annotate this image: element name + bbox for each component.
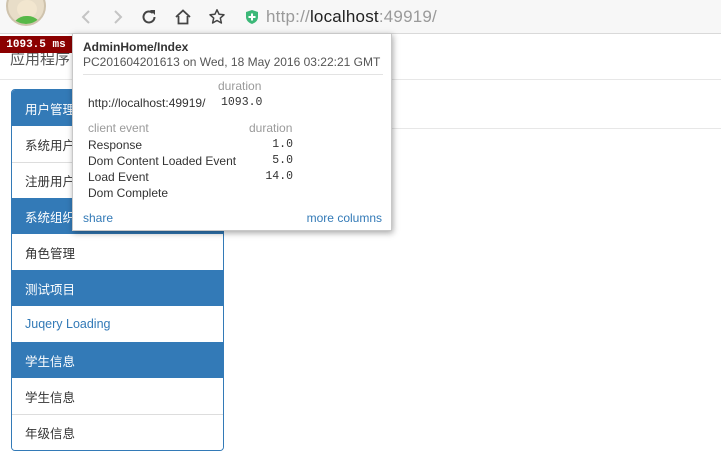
profiler-popup: AdminHome/Index PC201604201613 on Wed, 1… <box>72 33 392 231</box>
url-prefix: http:// <box>266 7 310 26</box>
user-avatar[interactable] <box>6 0 46 26</box>
bookmark-button[interactable] <box>206 6 228 28</box>
event-duration: 1.0 <box>272 138 293 151</box>
client-event-header: client event <box>88 121 149 135</box>
address-url[interactable]: http://localhost:49919/ <box>266 7 437 27</box>
back-button[interactable] <box>76 6 98 28</box>
menu-item-grade-info[interactable]: 年级信息 <box>12 414 223 450</box>
share-link[interactable]: share <box>83 211 113 225</box>
reload-icon <box>142 10 156 24</box>
forward-arrow-icon <box>114 10 123 24</box>
page-root: http://localhost:49919/ 应用程序 用户管理 系统用户 注… <box>0 0 721 474</box>
url-suffix: :49919/ <box>378 7 437 26</box>
profiler-machine: PC201604201613 on Wed, 18 May 2016 03:22… <box>83 55 381 69</box>
menu-item-jquery-loading[interactable]: Juqery Loading <box>12 306 223 342</box>
shield-icon <box>246 10 258 24</box>
profiler-badge[interactable]: 1093.5 ms <box>0 36 72 53</box>
event-name: Response <box>88 138 143 152</box>
avatar-shirt <box>12 16 42 24</box>
client-duration-header: duration <box>249 121 293 135</box>
profiler-title: AdminHome/Index <box>83 40 189 54</box>
event-duration: 14.0 <box>265 170 293 183</box>
home-button[interactable] <box>172 6 194 28</box>
request-duration: 1093.0 <box>221 96 263 109</box>
reload-button[interactable] <box>138 6 160 28</box>
menu-group-student-info[interactable]: 学生信息 <box>12 342 223 378</box>
more-columns-link[interactable]: more columns <box>307 211 382 225</box>
duration-header: duration <box>218 79 262 93</box>
menu-item-role-management[interactable]: 角色管理 <box>12 234 223 270</box>
event-duration: 5.0 <box>272 154 293 167</box>
menu-item-student-info[interactable]: 学生信息 <box>12 378 223 414</box>
bookmark-star-icon <box>209 9 225 24</box>
profiler-divider <box>83 74 383 75</box>
event-name: Dom Complete <box>88 186 169 200</box>
request-url: http://localhost:49919/ <box>88 96 206 110</box>
address-bar[interactable]: http://localhost:49919/ <box>244 5 714 29</box>
event-name: Load Event <box>88 170 149 184</box>
menu-group-test-project[interactable]: 测试项目 <box>12 270 223 306</box>
url-host: localhost <box>309 7 379 26</box>
home-icon <box>175 9 191 25</box>
back-arrow-icon <box>81 10 90 24</box>
browser-toolbar: http://localhost:49919/ <box>0 0 721 34</box>
forward-button[interactable] <box>106 6 128 28</box>
event-name: Dom Content Loaded Event <box>88 154 237 168</box>
